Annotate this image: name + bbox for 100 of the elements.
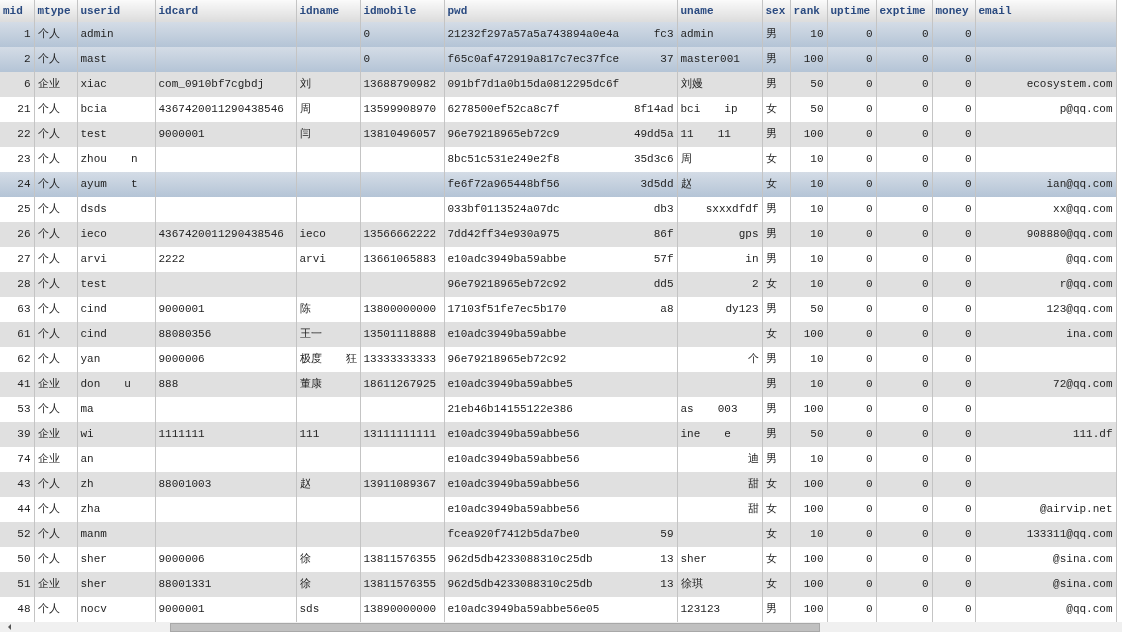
table-cell-text: e10adc3949ba59abbe56 [447,477,580,493]
table-cell-text: 0 [865,452,873,468]
table-row[interactable]: 62 个人 yan 9000006 极度 狂 13333333333 96e79218965eb72c92 个 男 10 0 0 0 [0,347,1116,372]
table-cell-text: 63 [17,302,31,318]
table-cell-text: 0 [964,477,972,493]
table-cell-text: 0 [964,252,972,268]
table-cell-text: 0 [363,52,371,68]
table-row[interactable]: 22 个人 test 9000001 闫 13810496057 96e79218965eb72c9 49dd5a 11 11 男 100 0 0 0 [0,122,1116,147]
table-cell-text: e [724,427,731,443]
column-header[interactable]: money [932,0,975,22]
table-cell-text: 0 [964,427,972,443]
table-cell-text: 133311@qq.com [1026,527,1113,543]
table-cell-text: 0 [921,577,929,593]
column-header[interactable]: idmobile [360,0,444,22]
table-cell-text: 0 [865,402,873,418]
table-cell-text: 1111111 [158,427,205,443]
table-cell-text: 26 [17,227,31,243]
table-cell-text: 13 [660,552,674,568]
table-row[interactable]: 27 个人 arvi 2222 arvi 13661065883 e10adc3949ba59abbe 57f in 男 10 0 0 0 @qq.com [0,247,1116,272]
table-cell-text: 10 [810,152,824,168]
table-row[interactable]: 23 个人 zhou n 8bc51c531e249e2f8 35d3c6 周 女 10 0 0 0 [0,147,1116,172]
table-cell-text: 10 [810,202,824,218]
table-row[interactable]: 53 个人 ma 21eb46b14155122e386 as 003 男 100 0 0 0 [0,397,1116,422]
table-row[interactable]: 63 个人 cind 9000001 陈 13800000000 17103f51fe7ec5b170 a8 dy123 男 50 0 0 0 123@qq.com [0,297,1116,322]
table-cell-text: ecosystem.com [1026,77,1113,93]
table-row[interactable]: 21 个人 bcia 4367420011290438546 周 13599908970 6278500ef52ca8c7f 8f14ad bci ip 女 50 0 0 0 p@qq.com [0,97,1116,122]
table-row[interactable]: 2 个人 mast 0 f65c0af472919a817c7ec37fce 37 master001 男 100 0 0 0 [0,47,1116,72]
table-cell-text: r@qq.com [1059,277,1113,293]
column-header[interactable]: uptime [827,0,876,22]
column-header[interactable]: idname [296,0,360,22]
column-header[interactable]: sex [762,0,790,22]
table-cell-text: 88080356 [158,327,212,343]
table-cell-text: 企业 [37,577,60,593]
table-row[interactable]: 74 企业 an e10adc3949ba59abbe56 迪 男 10 0 0 0 [0,447,1116,472]
table-cell-text: master001 [680,52,740,68]
table-row[interactable]: 50 个人 sher 9000006 徐 13811576355 962d5db4233088310c25db 13 sher 女 100 0 0 0 @sina.com [0,547,1116,572]
column-header[interactable]: exptime [876,0,932,22]
table-cell-text: 0 [964,452,972,468]
table-row[interactable]: 28 个人 test 96e79218965eb72c92 dd5 2 女 10 0 0 0 r@qq.com [0,272,1116,297]
table-cell-text: 0 [921,27,929,43]
column-header[interactable]: email [975,0,1116,22]
table-cell-text: 0 [921,202,929,218]
table-cell-text: 9000001 [158,127,205,143]
table-cell-text: 0 [865,52,873,68]
table-cell-text: 21 [17,102,31,118]
table-cell-text: 个人 [37,277,60,293]
table-cell-text: 王一 [299,327,322,343]
table-cell-text: 男 [765,402,777,418]
table-cell-text: 100 [803,502,824,518]
table-cell-text: 女 [765,577,777,593]
table-cell-text: 0 [964,27,972,43]
table-row[interactable]: 25 个人 dsds 033bf0113524a07dc db3 sxxxdfdf 男 10 0 0 0 xx@qq.com [0,197,1116,222]
table-cell-text: 男 [765,302,777,318]
column-header[interactable]: mtype [34,0,77,22]
table-cell-text: 0 [921,252,929,268]
table-row[interactable]: 26 个人 ieco 4367420011290438546 ieco 13566662222 7dd42ff34e930a975 86f gps 男 10 0 0 0 908880@qq.com [0,222,1116,247]
table-cell-text: 74 [17,452,31,468]
table-cell-text: 4367420011290438546 [158,227,284,243]
table-cell-text: cind [80,327,107,343]
table-cell-text: 0 [921,52,929,68]
table-cell-text: a8 [660,302,674,318]
table-cell-text: 0 [865,252,873,268]
table-cell-text: 52 [17,527,31,543]
table-row[interactable]: 52 个人 manm fcea920f7412b5da7be0 59 女 10 0 0 0 133311@qq.com [0,522,1116,547]
table-cell-text: t [130,177,138,193]
table-row[interactable]: 51 企业 sher 88001331 徐 13811576355 962d5db4233088310c25db 13 徐琪 女 100 0 0 0 @sina.com [0,572,1116,597]
table-row[interactable]: 24 个人 ayum t fe6f72a965448bf56 3d5dd 赵 女 10 0 0 0 ian@qq.com [0,172,1116,197]
table-cell-text: 陈 [299,302,311,318]
scroll-left-icon[interactable] [8,624,11,630]
table-cell-text: 6 [23,77,31,93]
table-row[interactable]: 1 个人 admin 0 21232f297a57a5a743894a0e4a fc3 admin 男 10 0 0 0 [0,22,1116,47]
table-cell-text: 狂 [345,352,357,368]
table-cell-text: 10 [810,352,824,368]
table-cell-text: 女 [765,552,777,568]
table-row[interactable]: 43 个人 zh 88001003 赵 13911089367 e10adc3949ba59abbe56 甜 女 100 0 0 0 [0,472,1116,497]
table-cell-text: 23 [17,152,31,168]
table-cell-text: 0 [363,27,371,43]
column-header[interactable]: mid [0,0,34,22]
table-cell-text: 个人 [37,152,60,168]
table-cell-text: 96e79218965eb72c92 [447,352,567,368]
table-row[interactable]: 6 企业 xiac com_0910bf7cgbdj 刘 13688790982 091bf7d1a0b15da0812295dc6f 刘嫚 男 50 0 0 0 ecosystem.com [0,72,1116,97]
table-cell-text: 0 [921,477,929,493]
table-row[interactable]: 41 企业 don u 888 董康 18611267925 e10adc3949ba59abbe5 男 10 0 0 0 72@qq.com [0,372,1116,397]
table-cell-text: 0 [921,527,929,543]
column-header[interactable]: pwd [444,0,677,22]
table-cell-text: 0 [921,377,929,393]
table-cell-text: e10adc3949ba59abbe [447,327,567,343]
column-header[interactable]: rank [790,0,827,22]
table-row[interactable]: 48 个人 nocv 9000001 sds 13890000000 e10adc3949ba59abbe56e05 123123 男 100 0 0 0 @qq.com [0,597,1116,622]
table-cell-text: 10 [810,177,824,193]
table-cell-text: db3 [653,202,674,218]
column-header[interactable]: idcard [155,0,296,22]
table-row[interactable]: 44 个人 zha e10adc3949ba59abbe56 甜 女 100 0 0 0 @airvip.net [0,497,1116,522]
table-cell-text: 0 [964,527,972,543]
table-cell-text: admin [80,27,114,43]
column-header[interactable]: userid [77,0,155,22]
table-cell-text: 周 [299,102,311,118]
column-header[interactable]: uname [677,0,762,22]
table-row[interactable]: 61 个人 cind 88080356 王一 13501118888 e10adc3949ba59abbe 女 100 0 0 0 ina.com [0,322,1116,347]
table-row[interactable]: 39 企业 wi 1111111 111 13111111111 e10adc3949ba59abbe56 ine e 男 50 0 0 0 111.df [0,422,1116,447]
